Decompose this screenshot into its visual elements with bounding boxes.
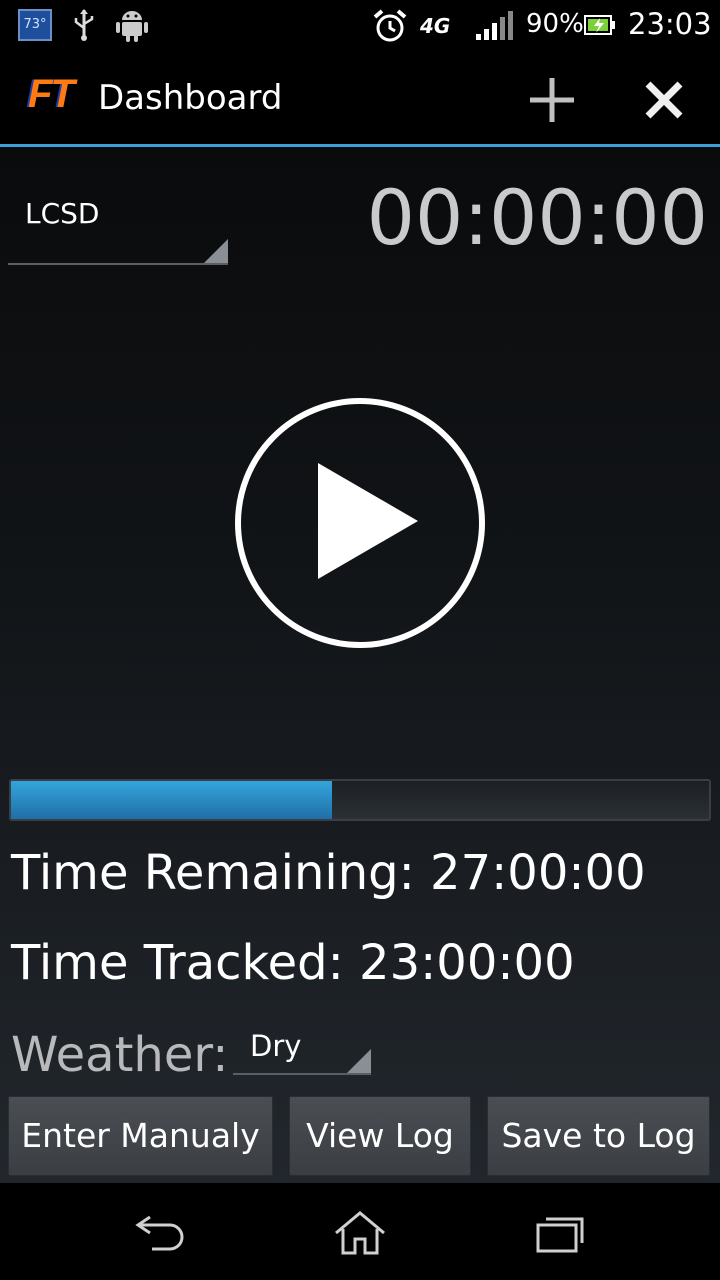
dashboard-content: LCSD 00:00:00 Time Remaining: 27:00:00 T…: [0, 147, 720, 1183]
usb-icon: [74, 9, 94, 41]
weather-label: Weather:: [11, 1027, 229, 1083]
project-spinner[interactable]: LCSD: [8, 187, 228, 265]
clock: 23:03: [628, 7, 712, 41]
temperature-badge: 73°: [18, 9, 52, 41]
chevron-down-icon: [347, 1049, 371, 1073]
home-icon[interactable]: [332, 1209, 388, 1257]
chevron-down-icon: [204, 239, 228, 263]
action-bar: FT Dashboard: [0, 50, 720, 147]
time-progress-bar: [9, 779, 711, 821]
time-progress-fill: [11, 781, 333, 819]
view-log-button[interactable]: View Log: [289, 1096, 471, 1176]
navigation-bar: [0, 1183, 720, 1280]
alarm-icon: [373, 9, 407, 42]
close-icon[interactable]: [636, 72, 692, 128]
screen: 73° 4G 90% 23:03 FT Dashboard LCSD 00:00…: [0, 0, 720, 1280]
recent-apps-icon[interactable]: [534, 1213, 586, 1253]
network-type: 4G: [420, 14, 451, 38]
time-tracked: Time Tracked: 23:00:00: [11, 935, 575, 991]
weather-spinner[interactable]: Dry: [233, 1023, 371, 1075]
android-icon: [116, 11, 148, 42]
battery-icon: [584, 15, 615, 35]
time-remaining: Time Remaining: 27:00:00: [11, 845, 646, 901]
weather-spinner-value: Dry: [250, 1029, 302, 1063]
enter-manually-button[interactable]: Enter Manualy: [8, 1096, 273, 1176]
play-icon[interactable]: [233, 396, 487, 650]
battery-percent: 90%: [526, 9, 584, 39]
app-logo: FT: [28, 72, 75, 116]
back-icon[interactable]: [130, 1209, 190, 1253]
save-to-log-button[interactable]: Save to Log: [487, 1096, 710, 1176]
add-icon[interactable]: [524, 72, 580, 128]
timer-display: 00:00:00: [366, 173, 708, 262]
project-spinner-value: LCSD: [25, 197, 100, 230]
signal-icon: [476, 11, 513, 40]
status-bar: 73° 4G 90% 23:03: [0, 0, 720, 50]
page-title: Dashboard: [98, 78, 283, 118]
